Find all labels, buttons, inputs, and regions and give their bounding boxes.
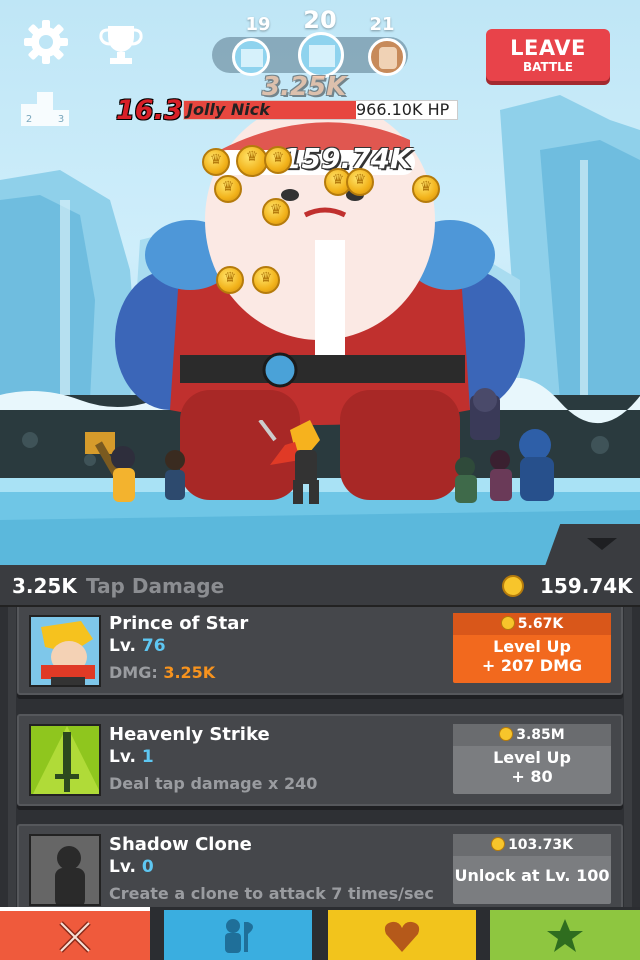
svg-text:3: 3 — [58, 114, 64, 125]
boss-timer: 16.3 — [116, 95, 183, 126]
card-level-label: Lv. — [109, 747, 136, 767]
button-cost-value: 103.73K — [508, 837, 573, 853]
tab-shop[interactable] — [490, 910, 640, 960]
gold-coin[interactable] — [202, 148, 230, 176]
card-description: DMG: 3.25K — [109, 663, 215, 683]
unlock-button[interactable]: 103.73K Unlock at Lv. 100 — [453, 834, 611, 904]
leave-button-sublabel: BATTLE — [523, 60, 573, 74]
button-line1: Level Up — [493, 748, 571, 767]
settings-gear-icon[interactable] — [22, 18, 70, 66]
stage-prev-thumbnail — [232, 38, 270, 76]
coin-icon — [491, 837, 506, 851]
upgrade-card-skill-locked: Shadow Clone Lv. 0 Create a clone to att… — [17, 824, 623, 907]
button-line1: Level Up — [493, 637, 571, 656]
button-cost: 3.85M — [453, 724, 611, 746]
card-level-label: Lv. — [109, 636, 136, 656]
button-line1: Unlock at Lv. 100 — [454, 866, 610, 885]
coin-icon — [499, 727, 514, 741]
button-cost-value: 3.85M — [516, 727, 565, 743]
tab-heroes[interactable] — [164, 910, 312, 960]
gold-coin[interactable] — [264, 146, 292, 174]
card-level: Lv. 76 — [109, 635, 166, 657]
stage-next-boss-thumbnail — [368, 38, 406, 76]
game-scene[interactable]: 2 3 19 20 21 LEAVE BATTLE 16.3 Jolly Nic… — [0, 0, 640, 565]
list-rail-left — [8, 607, 16, 907]
card-title: Prince of Star — [109, 613, 249, 634]
card-description: Create a clone to attack 7 times/sec — [109, 884, 434, 903]
crossed-swords-icon — [59, 921, 91, 953]
player-hero — [258, 420, 320, 504]
gold-coin[interactable] — [214, 175, 242, 203]
hero-portrait-icon — [29, 615, 101, 687]
coin-icon — [500, 616, 515, 630]
stats-bar: 3.25K Tap Damage 159.74K — [0, 565, 640, 607]
heart-shield-icon — [384, 921, 420, 952]
button-line2: + 80 — [511, 767, 553, 786]
stage-prev-number: 19 — [245, 14, 271, 35]
trophy-icon[interactable] — [98, 22, 144, 66]
gold-coin-icon — [502, 575, 524, 597]
card-level-number: 0 — [141, 857, 154, 877]
svg-text:2: 2 — [26, 114, 32, 125]
upgrade-list[interactable]: Prince of Star Lv. 76 DMG: 3.25K 5.67K L… — [0, 607, 640, 907]
card-description: Deal tap damage x 240 — [109, 774, 318, 793]
upgrade-card-hero: Prince of Star Lv. 76 DMG: 3.25K 5.67K L… — [17, 607, 623, 695]
button-cost-value: 5.67K — [517, 616, 564, 632]
card-level-number: 76 — [141, 636, 166, 656]
hero-axe-icon — [225, 919, 253, 953]
level-up-button[interactable]: 5.67K Level Up + 207 DMG — [453, 613, 611, 683]
gold-coin[interactable] — [216, 266, 244, 294]
leaderboard-podium-icon[interactable]: 2 3 — [20, 90, 70, 126]
boss-name: Jolly Nick — [187, 100, 270, 119]
card-title: Heavenly Strike — [109, 724, 270, 745]
card-level: Lv. 1 — [109, 746, 154, 768]
card-dmg-value: 3.25K — [163, 663, 216, 682]
leave-battle-button[interactable]: LEAVE BATTLE — [486, 29, 610, 81]
hero-group-right — [455, 388, 554, 503]
shadow-clone-icon — [29, 834, 101, 906]
tab-sword[interactable] — [0, 907, 150, 960]
card-title: Shadow Clone — [109, 834, 252, 855]
floating-damage-secondary: 3.25K — [262, 72, 347, 102]
tab-artifacts[interactable] — [328, 910, 476, 960]
card-level-number: 1 — [141, 747, 154, 767]
boss-hp-text: 966.10K HP — [356, 100, 450, 119]
upgrade-card-skill: Heavenly Strike Lv. 1 Deal tap damage x … — [17, 714, 623, 806]
gold-coin[interactable] — [346, 168, 374, 196]
drawer-toggle-tab[interactable] — [545, 524, 640, 566]
button-cost: 103.73K — [453, 834, 611, 856]
bottom-nav — [0, 907, 640, 960]
stage-next-number: 21 — [369, 14, 395, 35]
card-level-label: Lv. — [109, 857, 136, 877]
chevron-down-icon — [587, 538, 617, 550]
sword-skill-icon — [29, 724, 101, 796]
star-icon — [547, 919, 583, 952]
level-up-button[interactable]: 3.85M Level Up + 80 — [453, 724, 611, 794]
button-line2: + 207 DMG — [481, 656, 583, 675]
gold-amount: 159.74K — [540, 574, 633, 598]
stage-current-number: 20 — [303, 6, 337, 34]
gold-coin[interactable] — [262, 198, 290, 226]
gold-coin[interactable] — [412, 175, 440, 203]
leave-button-label: LEAVE — [510, 36, 586, 60]
button-cost: 5.67K — [453, 613, 611, 635]
hero-hammer-girl — [85, 432, 185, 502]
tap-damage-label: Tap Damage — [86, 574, 225, 598]
card-dmg-label: DMG: — [109, 663, 158, 682]
list-rail-right — [624, 607, 632, 907]
floating-damage-primary: 159.74K — [282, 142, 412, 175]
gold-coin[interactable] — [252, 266, 280, 294]
tap-damage-value: 3.25K — [12, 574, 77, 598]
card-level: Lv. 0 — [109, 856, 154, 878]
